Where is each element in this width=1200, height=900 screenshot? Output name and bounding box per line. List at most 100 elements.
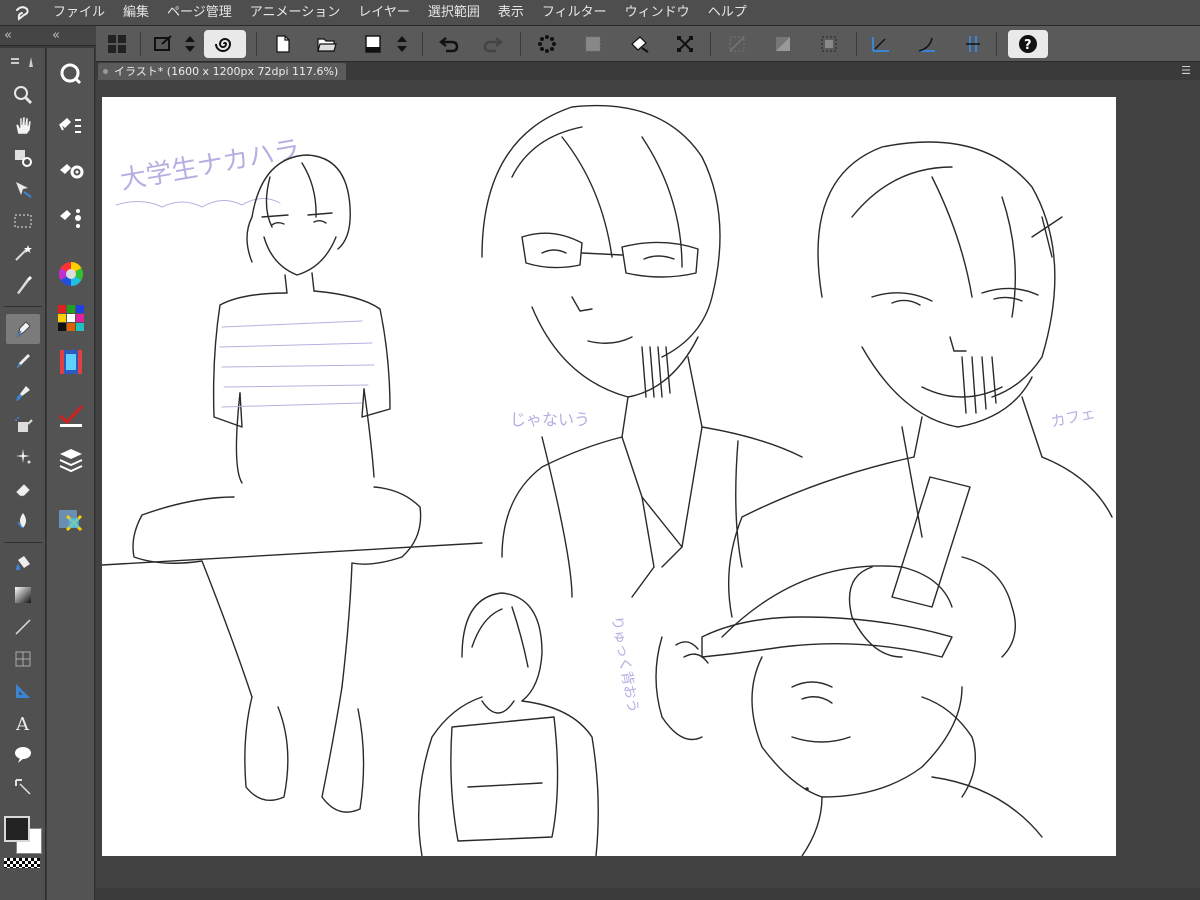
frame-icon[interactable]: [6, 644, 40, 674]
command-separator: [422, 32, 423, 56]
command-separator: [856, 32, 857, 56]
hand-icon[interactable]: [6, 110, 40, 140]
fill-icon[interactable]: [6, 548, 40, 578]
magic-wand-icon[interactable]: [6, 238, 40, 268]
tool-separator: [4, 306, 42, 307]
new-window-icon[interactable]: [148, 30, 178, 58]
menu-animation[interactable]: アニメーション: [241, 0, 349, 26]
main-color-swatch[interactable]: [4, 816, 30, 842]
clear-fill-icon[interactable]: [624, 30, 654, 58]
brush-size-icon[interactable]: [54, 202, 88, 234]
figure-cap: [655, 565, 1043, 856]
command-separator: [710, 32, 711, 56]
menu-help[interactable]: ヘルプ: [699, 0, 756, 26]
figure-sitting: [102, 154, 483, 813]
brush-icon[interactable]: [6, 378, 40, 408]
marquee-select-icon[interactable]: [6, 206, 40, 236]
eyedropper-icon[interactable]: [6, 143, 40, 173]
undo-icon[interactable]: [434, 30, 464, 58]
document-tab-bar: イラスト* (1600 x 1200px 72dpi 117.6%) ☰: [96, 62, 1200, 80]
pen-icon[interactable]: [6, 314, 40, 344]
tab-modified-dot: [103, 69, 108, 74]
tool-palette: A: [0, 48, 46, 900]
blend-icon[interactable]: [6, 506, 40, 536]
selection-outline-icon[interactable]: [814, 30, 844, 58]
command-separator: [520, 32, 521, 56]
history-check-icon[interactable]: [54, 400, 88, 432]
airbrush-icon[interactable]: [6, 410, 40, 440]
zoom-icon[interactable]: [6, 80, 40, 110]
ruler-icon[interactable]: [6, 676, 40, 706]
new-file-icon[interactable]: [268, 30, 298, 58]
canvas-area: 大学生ナカハラ じゃないう カフェ りゅっく背おう: [96, 80, 1200, 900]
command-bar: ?: [96, 26, 1200, 62]
tool-property-icon[interactable]: [54, 156, 88, 188]
command-separator: [996, 32, 997, 56]
layer-icon[interactable]: [54, 444, 88, 476]
collapse-left-icon[interactable]: «: [4, 28, 12, 43]
app-logo-icon[interactable]: [0, 0, 44, 26]
grid-view-icon[interactable]: [102, 30, 132, 58]
line-icon[interactable]: [6, 612, 40, 642]
ruler-snap-icon[interactable]: [866, 30, 896, 58]
drawing-canvas[interactable]: 大学生ナカハラ じゃないう カフェ りゅっく背おう: [102, 97, 1116, 856]
help-icon[interactable]: ?: [1008, 30, 1048, 58]
eraser-icon[interactable]: [6, 474, 40, 504]
command-separator: [140, 32, 141, 56]
menu-view[interactable]: 表示: [489, 0, 533, 26]
pencil-icon[interactable]: [6, 346, 40, 376]
search-icon[interactable]: [54, 58, 88, 90]
save-icon[interactable]: [358, 30, 388, 58]
menu-layer[interactable]: レイヤー: [349, 0, 419, 26]
menu-bar: ファイル 編集 ページ管理 アニメーション レイヤー 選択範囲 表示 フィルター…: [0, 0, 1200, 26]
transform-dim-icon[interactable]: [578, 30, 608, 58]
stepper-arrows-icon[interactable]: [392, 30, 412, 58]
sketch-note-right: カフェ: [1049, 404, 1097, 431]
decoration-icon[interactable]: [6, 442, 40, 472]
menu-selection[interactable]: 選択範囲: [419, 0, 489, 26]
subtool-list-icon[interactable]: [54, 110, 88, 142]
angle-snap-icon[interactable]: [912, 30, 942, 58]
open-folder-icon[interactable]: [312, 30, 342, 58]
special-ruler-icon[interactable]: [958, 30, 988, 58]
redo-icon[interactable]: [478, 30, 508, 58]
palette-menu-icon[interactable]: [6, 52, 40, 72]
stepper-arrows-icon[interactable]: [180, 30, 200, 58]
text-icon[interactable]: A: [6, 708, 40, 738]
panel-collapse-strip: « «: [0, 26, 96, 46]
menu-file[interactable]: ファイル: [44, 0, 114, 26]
side-panel-strip: [47, 48, 95, 900]
loading-dots-icon[interactable]: [532, 30, 562, 58]
invert-selection-dim-icon[interactable]: [768, 30, 798, 58]
balloon-icon[interactable]: [6, 740, 40, 770]
gradient-icon[interactable]: [6, 580, 40, 610]
svg-text:?: ?: [1024, 38, 1032, 53]
horizontal-scrollbar[interactable]: [96, 888, 1200, 900]
menu-edit[interactable]: 編集: [114, 0, 158, 26]
tab-title: イラスト* (1600 x 1200px 72dpi 117.6%): [114, 65, 339, 78]
spiral-icon[interactable]: [204, 30, 246, 58]
mole-mark: [805, 787, 809, 791]
svg-text:A: A: [15, 714, 30, 734]
menu-window[interactable]: ウィンドウ: [616, 0, 699, 26]
eyedrop-pen-icon[interactable]: [6, 270, 40, 300]
tab-menu-icon[interactable]: ☰: [1178, 63, 1194, 79]
collapse-left-icon[interactable]: «: [52, 28, 60, 43]
menu-filter[interactable]: フィルター: [533, 0, 616, 26]
transform-icon[interactable]: [670, 30, 700, 58]
deselect-dim-icon[interactable]: [722, 30, 752, 58]
figure-backpack: [417, 592, 599, 856]
sketch-artwork: 大学生ナカハラ じゃないう カフェ りゅっく背おう: [102, 104, 1113, 856]
figure-glasses: [481, 104, 803, 598]
menu-page[interactable]: ページ管理: [158, 0, 241, 26]
correct-line-icon[interactable]: [6, 772, 40, 802]
tab-illustration[interactable]: イラスト* (1600 x 1200px 72dpi 117.6%): [98, 63, 347, 80]
object-select-icon[interactable]: [6, 174, 40, 204]
color-wheel-icon[interactable]: [54, 258, 88, 290]
sketch-note-lower: りゅっく背おう: [608, 615, 641, 714]
transparent-color-swatch[interactable]: [4, 858, 40, 868]
tool-separator: [4, 542, 42, 543]
color-set-icon[interactable]: [54, 302, 88, 334]
navigator-icon[interactable]: [54, 504, 88, 536]
animation-timeline-icon[interactable]: [54, 346, 88, 378]
